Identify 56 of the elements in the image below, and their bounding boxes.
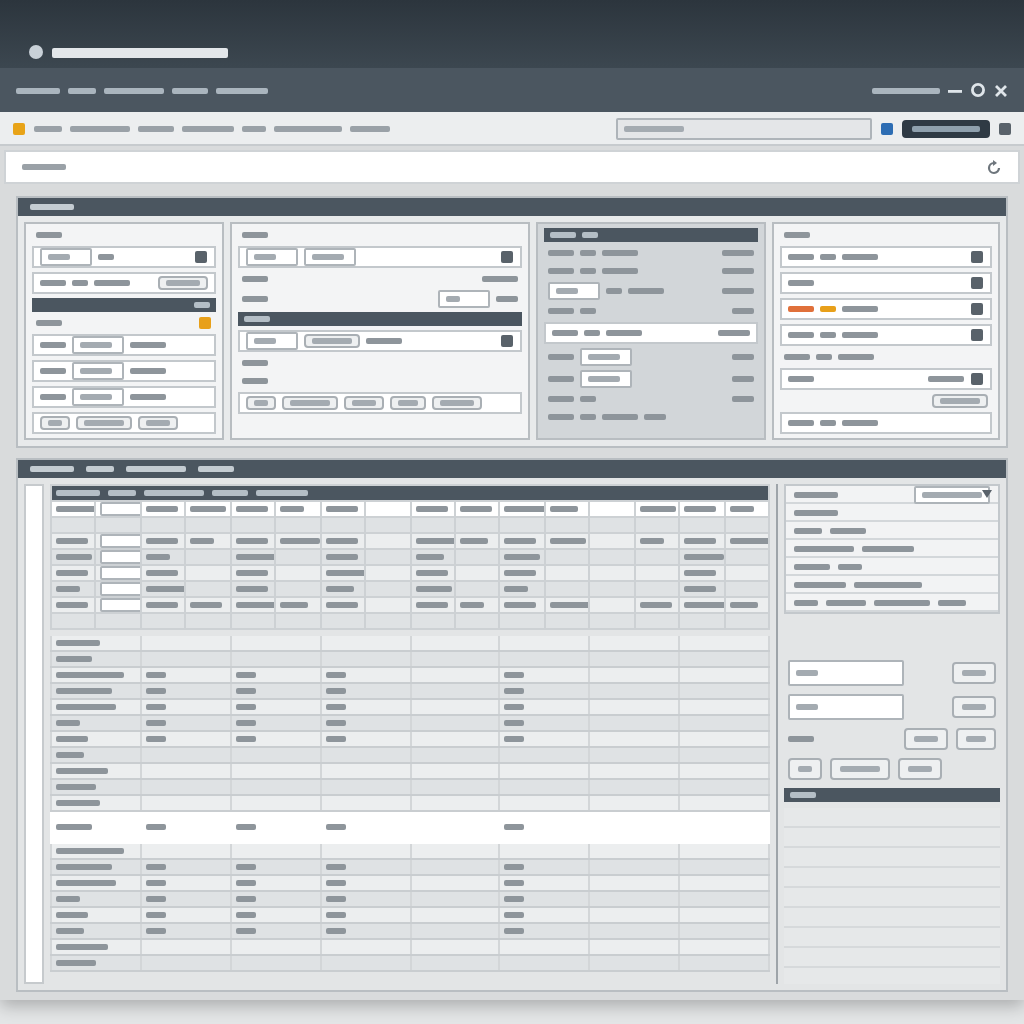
- logo-icon: [28, 44, 44, 60]
- table-row[interactable]: [51, 549, 769, 565]
- input-field[interactable]: [580, 348, 632, 366]
- square-icon[interactable]: [970, 276, 984, 290]
- table-row[interactable]: [51, 683, 769, 699]
- square-icon[interactable]: [194, 250, 208, 264]
- list-item[interactable]: [786, 504, 998, 522]
- input-field[interactable]: [72, 362, 124, 380]
- table-row[interactable]: [51, 779, 769, 795]
- input-field[interactable]: [72, 336, 124, 354]
- square-icon[interactable]: [970, 250, 984, 264]
- table-row[interactable]: [51, 501, 769, 517]
- input-field[interactable]: [40, 248, 92, 266]
- list-item[interactable]: [786, 594, 998, 612]
- input-field[interactable]: [100, 583, 139, 595]
- square-icon[interactable]: [998, 121, 1012, 135]
- input-field[interactable]: [100, 551, 139, 563]
- table-row[interactable]: [51, 955, 769, 971]
- refresh-icon[interactable]: [986, 159, 1002, 175]
- table-row[interactable]: [51, 923, 769, 939]
- table-row[interactable]: [51, 715, 769, 731]
- input-field[interactable]: [788, 694, 904, 720]
- caret-icon: [982, 490, 992, 498]
- table-row[interactable]: [51, 651, 769, 667]
- dropdown-field[interactable]: [914, 485, 990, 503]
- square-icon[interactable]: [970, 372, 984, 386]
- square-icon[interactable]: [970, 302, 984, 316]
- list-item[interactable]: [786, 576, 998, 594]
- input-field[interactable]: [100, 535, 139, 547]
- square-icon[interactable]: [500, 250, 514, 264]
- button[interactable]: [902, 119, 990, 137]
- input-field[interactable]: [246, 248, 298, 266]
- table-row[interactable]: [51, 891, 769, 907]
- input-field[interactable]: [548, 282, 600, 300]
- square-icon[interactable]: [970, 328, 984, 342]
- input-field[interactable]: [616, 117, 872, 139]
- table-row[interactable]: [51, 811, 769, 843]
- input-field[interactable]: [304, 248, 356, 266]
- input-field[interactable]: [72, 388, 124, 406]
- list-item[interactable]: [786, 540, 998, 558]
- close-icon[interactable]: [994, 83, 1008, 97]
- input-field[interactable]: [246, 332, 298, 350]
- settings-icon[interactable]: [970, 82, 986, 98]
- table-row[interactable]: [51, 581, 769, 597]
- square-icon[interactable]: [880, 121, 894, 135]
- list-item[interactable]: [786, 558, 998, 576]
- input-field[interactable]: [580, 370, 632, 388]
- input-field[interactable]: [438, 290, 490, 308]
- table-row[interactable]: [51, 747, 769, 763]
- list-item[interactable]: [786, 522, 998, 540]
- input-field[interactable]: [100, 503, 139, 515]
- square-icon[interactable]: [500, 334, 514, 348]
- input-field[interactable]: [788, 660, 904, 686]
- input-field[interactable]: [100, 567, 139, 579]
- input-field[interactable]: [100, 599, 139, 611]
- table-row[interactable]: [51, 859, 769, 875]
